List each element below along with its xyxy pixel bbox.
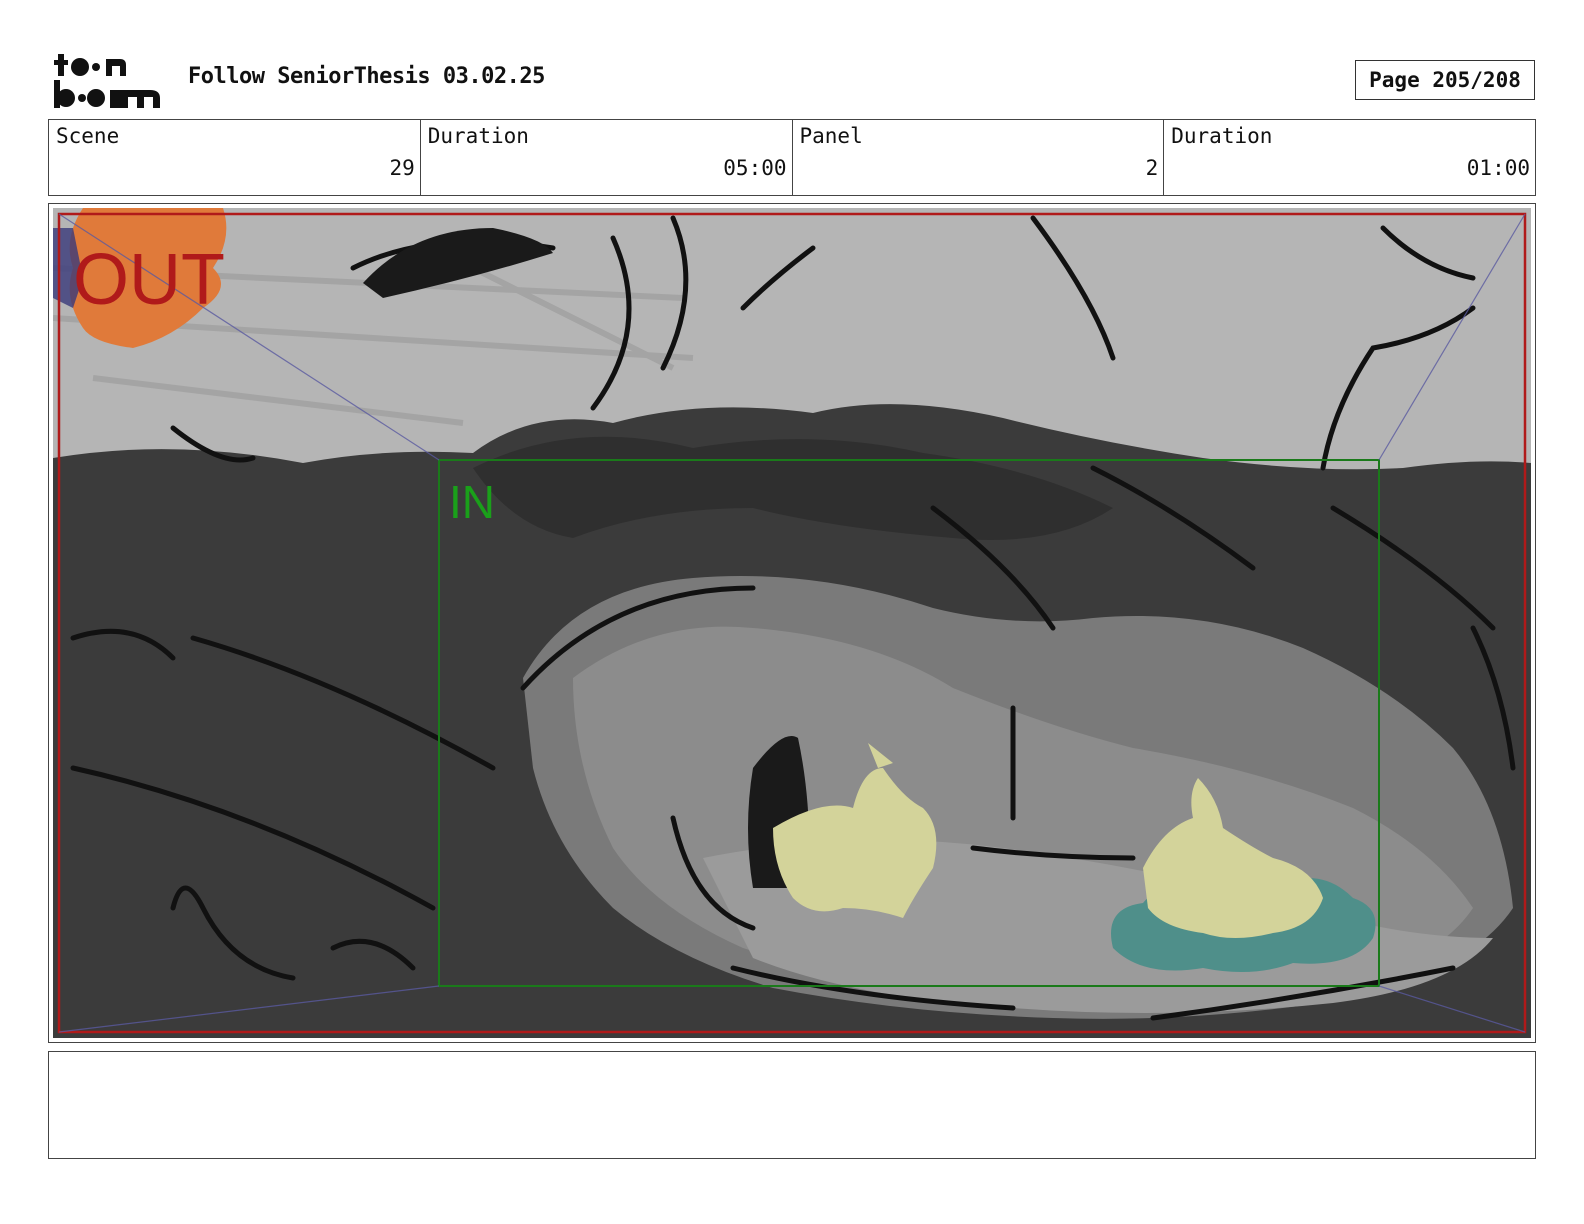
panel-duration-value: 01:00 — [1466, 156, 1530, 180]
panel-label: Panel — [799, 124, 863, 148]
panel-duration-label: Duration — [1171, 124, 1273, 148]
scene-duration-label: Duration — [427, 124, 529, 148]
scene-duration-cell: Duration 05:00 — [421, 120, 793, 195]
panel-value: 2 — [1145, 156, 1159, 180]
panel-cell: Panel 2 — [793, 120, 1165, 195]
panel-duration-cell: Duration 01:00 — [1164, 120, 1535, 195]
toon-boom-logo — [54, 54, 160, 108]
page-number: Page 205/208 — [1355, 60, 1535, 100]
storyboard-panel: OUT IN — [48, 203, 1536, 1043]
panel-notes — [48, 1051, 1536, 1159]
in-frame-label: IN — [449, 476, 495, 528]
scene-info-table: Scene 29 Duration 05:00 Panel 2 Duration… — [48, 119, 1536, 196]
scene-value: 29 — [389, 156, 415, 180]
document-title: Follow SeniorThesis 03.02.25 — [188, 64, 545, 89]
scene-label: Scene — [56, 124, 120, 148]
out-frame-label: OUT — [73, 240, 225, 320]
scene-cell: Scene 29 — [49, 120, 421, 195]
scene-duration-value: 05:00 — [723, 156, 787, 180]
panel-sketch: OUT IN — [53, 208, 1531, 1038]
